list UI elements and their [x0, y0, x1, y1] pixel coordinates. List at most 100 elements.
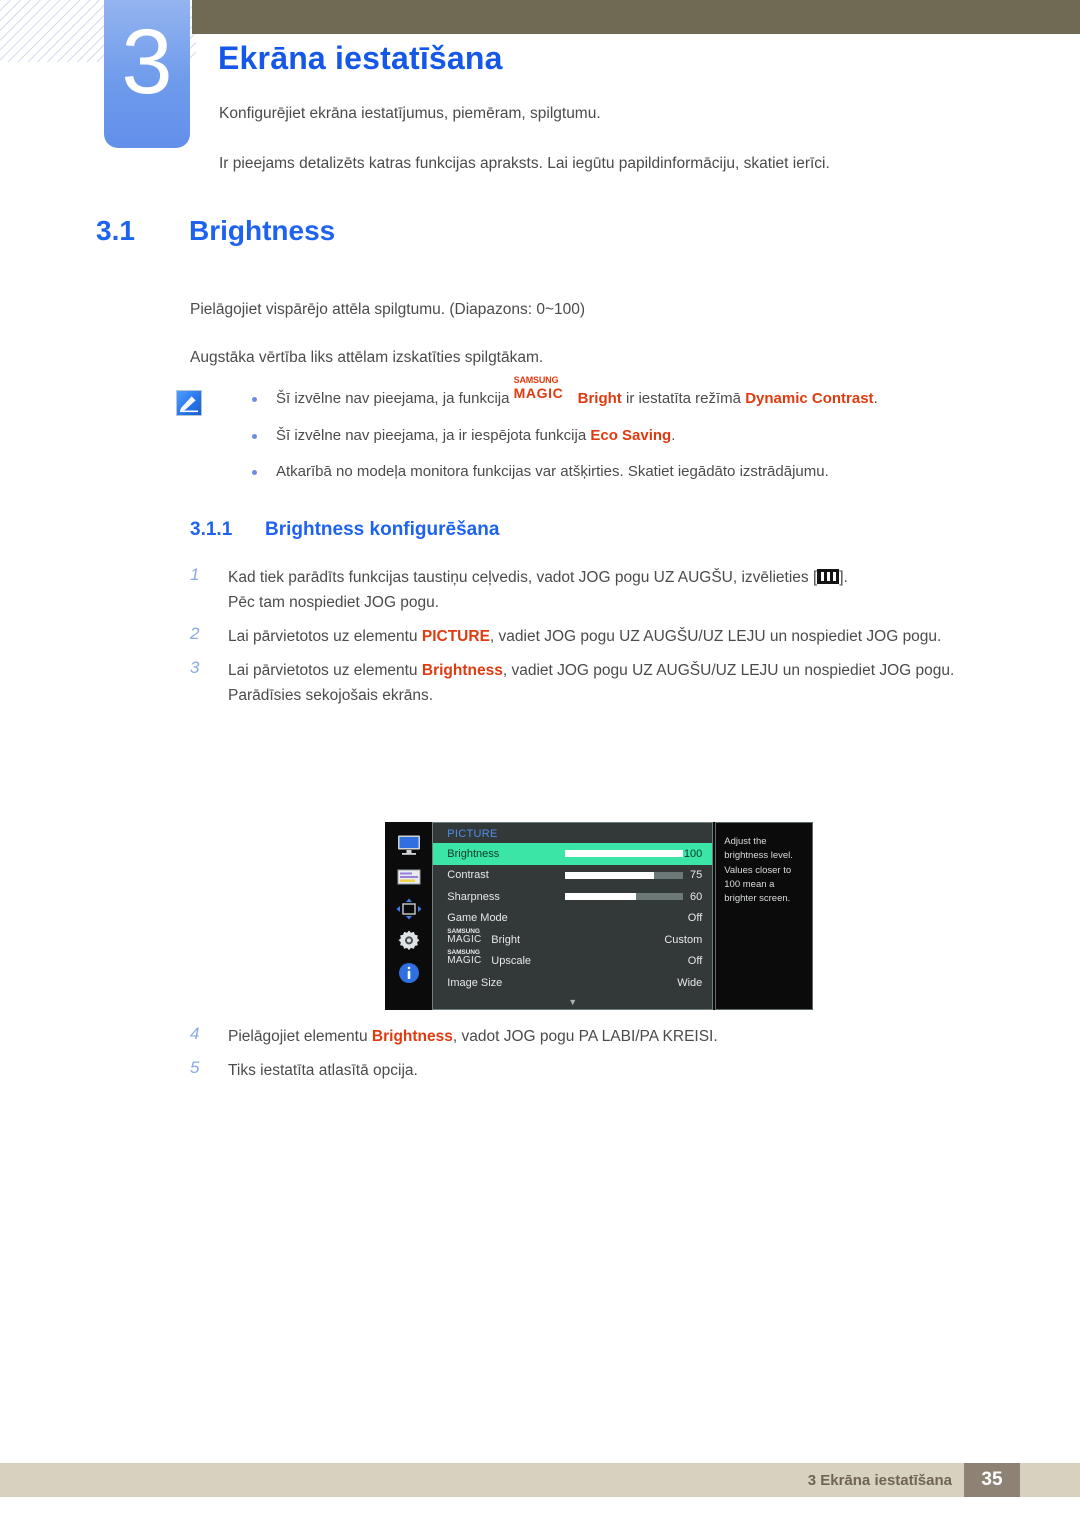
- step-number: 5: [190, 1058, 200, 1078]
- osd-row-value: 60: [690, 890, 703, 903]
- step-item: 5 Tiks iestatīta atlasītā opcija.: [190, 1058, 1010, 1083]
- step-highlight: PICTURE: [421, 628, 490, 646]
- chapter-number: 3: [121, 11, 173, 113]
- note-item-3: Atkarībā no modeļa monitora funkcijas va…: [246, 461, 1006, 484]
- osd-row-label: Image Size: [447, 976, 503, 989]
- note-item-1: Šī izvēlne nav pieejama, ja funkcija SAM…: [246, 376, 1006, 411]
- slider-fill: [565, 850, 684, 858]
- chapter-title: Ekrāna iestatīšana: [218, 40, 503, 76]
- section-number: 3.1: [96, 215, 135, 246]
- osd-screenshot: PICTURE Brightness 100 Contrast 75 Sharp…: [385, 822, 813, 1010]
- chapter-number-tab: 3: [104, 0, 190, 148]
- osd-list-icon[interactable]: [394, 864, 424, 890]
- osd-row-label: SAMSUNG MAGIC Bright: [447, 928, 565, 947]
- step-number: 1: [190, 565, 200, 584]
- note-block: Šī izvēlne nav pieejama, ja funkcija SAM…: [176, 376, 1006, 498]
- note-list: Šī izvēlne nav pieejama, ja funkcija SAM…: [246, 376, 1006, 484]
- osd-row-value: Custom: [664, 933, 703, 946]
- osd-row-label: Brightness: [447, 847, 500, 860]
- step-text: Lai pārvietotos uz elementu Brightness, …: [228, 658, 1010, 683]
- osd-row-game-mode[interactable]: Game Mode Off: [433, 908, 712, 930]
- osd-menu-title: PICTURE: [447, 828, 498, 840]
- subsection-title: Brightness konfigurēšana: [265, 519, 500, 540]
- osd-row-sharpness[interactable]: Sharpness 60: [433, 886, 712, 908]
- note-item-2-text-a: Šī izvēlne nav pieejama, ja ir iespējota…: [276, 426, 591, 444]
- step-text-after: , vadiet JOG pogu UZ AUGŠU/UZ LEJU un no…: [489, 628, 942, 646]
- step-highlight: Brightness: [421, 662, 503, 680]
- note-item-2-text-b: .: [671, 426, 676, 444]
- section-paragraph-2: Augstāka vērtība liks attēlam izskatītie…: [190, 349, 544, 366]
- samsung-wordmark: SAMSUNG: [513, 375, 559, 385]
- slider-track: [565, 893, 684, 901]
- step-text-before: Pielāgojiet elementu: [228, 1028, 372, 1045]
- step-text-before: Lai pārvietotos uz elementu: [228, 628, 422, 646]
- osd-row-value: 100: [683, 847, 703, 860]
- magic-wordmark: MAGIC: [447, 955, 482, 967]
- osd-row-label: Sharpness: [447, 890, 500, 903]
- step-subtext: Pēc tam nospiediet JOG pogu.: [228, 594, 440, 612]
- monitor-icon[interactable]: [394, 832, 424, 858]
- info-icon[interactable]: [394, 960, 424, 986]
- chapter-intro: Konfigurējiet ekrāna iestatījumus, piemē…: [219, 102, 1019, 176]
- osd-row-magicbright[interactable]: SAMSUNG MAGIC Bright Custom: [433, 928, 712, 951]
- note-item-1-text-a: Šī izvēlne nav pieejama, ja funkcija: [276, 390, 514, 407]
- steps-list-after-osd: 4 Pielāgojiet elementu Brightness, vadot…: [190, 1024, 1010, 1092]
- osd-row-label: Contrast: [447, 869, 489, 882]
- footer-chapter-label: 3 Ekrāna iestatīšana: [807, 1472, 952, 1489]
- note-item-2-highlight: Eco Saving: [590, 426, 672, 444]
- magic-bright-suffix: Bright: [577, 390, 622, 407]
- chapter-intro-line-1: Konfigurējiet ekrāna iestatījumus, piemē…: [219, 105, 601, 122]
- position-arrows-icon[interactable]: [394, 896, 424, 922]
- note-item-1-text-c: .: [873, 390, 878, 407]
- step-text-after: , vadiet JOG pogu UZ AUGŠU/UZ LEJU un no…: [502, 662, 955, 680]
- section-heading: 3.1 Brightness: [96, 215, 335, 247]
- steps-list-before-osd: 1 Kad tiek parādīts funkcijas taustiņu c…: [190, 565, 1010, 718]
- menu-bars-icon: [817, 569, 840, 584]
- step-subtext: Parādīsies sekojošais ekrāns.: [228, 687, 434, 705]
- step-item: 3 Lai pārvietotos uz elementu Brightness…: [190, 658, 1010, 708]
- osd-row-label: Game Mode: [447, 912, 508, 925]
- slider-fill: [565, 871, 654, 879]
- header-olive-bar: [192, 0, 1080, 34]
- osd-row-brightness[interactable]: Brightness 100: [433, 843, 713, 865]
- step-text-before: Lai pārvietotos uz elementu: [228, 662, 422, 680]
- osd-row-slider[interactable]: [565, 893, 684, 901]
- osd-sidebar-rail: [385, 822, 433, 1010]
- osd-row-image-size[interactable]: Image Size Wide: [433, 972, 712, 994]
- magic-wordmark: MAGIC: [447, 933, 482, 945]
- step-number: 3: [190, 658, 200, 678]
- osd-row-contrast[interactable]: Contrast 75: [433, 865, 712, 887]
- note-item-1-text-b: ir iestatīta režīmā: [621, 390, 746, 407]
- osd-row-value: Off: [687, 955, 703, 968]
- osd-row-slider[interactable]: [565, 871, 684, 879]
- section-title: Brightness: [189, 215, 336, 246]
- osd-scroll-down-caret[interactable]: ▼: [433, 998, 712, 1007]
- samsung-magic-lockup: SAMSUNG MAGIC: [513, 376, 578, 403]
- magic-wordmark: MAGIC: [513, 385, 564, 401]
- osd-row-label-suffix: Bright: [491, 933, 521, 946]
- osd-row-magicupscale[interactable]: SAMSUNG MAGIC Upscale Off: [433, 949, 712, 973]
- step-text: Lai pārvietotos uz elementu PICTURE, vad…: [228, 624, 1010, 649]
- slider-fill: [565, 893, 637, 901]
- step-item: 2 Lai pārvietotos uz elementu PICTURE, v…: [190, 624, 1010, 649]
- osd-help-panel: Adjust the brightness level. Values clos…: [715, 822, 813, 1010]
- step-text-after: ].: [839, 569, 848, 586]
- gear-icon[interactable]: [394, 928, 424, 954]
- step-text: Kad tiek parādīts funkcijas taustiņu ceļ…: [228, 565, 1010, 590]
- note-item-1-highlight: Dynamic Contrast: [745, 390, 874, 407]
- step-number: 4: [190, 1024, 200, 1043]
- section-paragraph-1: Pielāgojiet vispārējo attēla spilgtumu. …: [190, 301, 586, 318]
- step-highlight: Brightness: [371, 1028, 453, 1045]
- osd-menu-panel: PICTURE Brightness 100 Contrast 75 Sharp…: [432, 822, 714, 1010]
- osd-row-slider[interactable]: [565, 850, 684, 858]
- osd-row-value: Off: [687, 912, 703, 925]
- step-text: Tiks iestatīta atlasītā opcija.: [228, 1062, 418, 1080]
- step-text: Pielāgojiet elementu Brightness, vadot J…: [228, 1024, 1010, 1049]
- slider-track: [565, 850, 684, 858]
- note-pencil-icon: [176, 390, 202, 416]
- slider-track: [565, 871, 684, 879]
- subsection-number: 3.1.1: [190, 519, 233, 540]
- osd-row-value: Wide: [677, 976, 703, 989]
- step-item: 4 Pielāgojiet elementu Brightness, vadot…: [190, 1024, 1010, 1049]
- step-text-before: Kad tiek parādīts funkcijas taustiņu ceļ…: [228, 569, 818, 586]
